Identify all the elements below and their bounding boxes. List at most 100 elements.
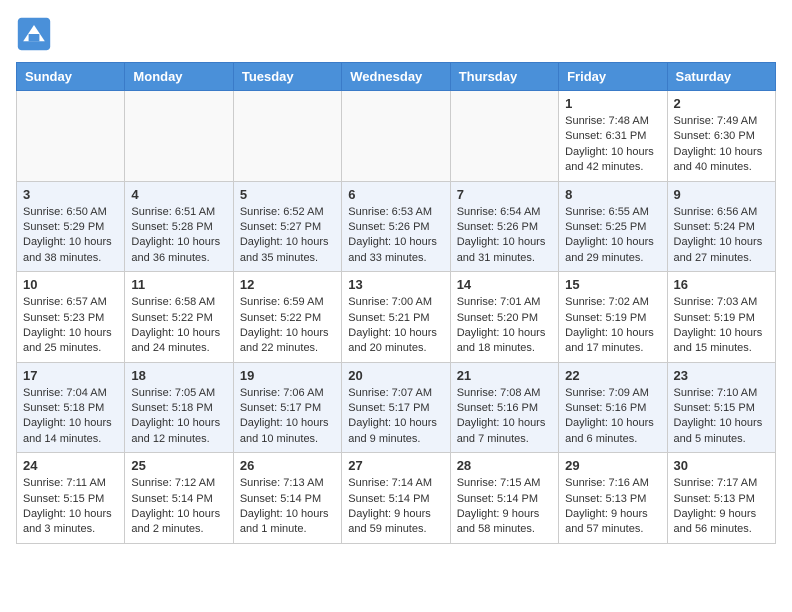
day-number: 15 bbox=[565, 277, 660, 292]
day-number: 3 bbox=[23, 187, 118, 202]
day-info: Sunrise: 7:08 AM Sunset: 5:16 PM Dayligh… bbox=[457, 386, 552, 448]
day-info: Sunrise: 7:00 AM Sunset: 5:21 PM Dayligh… bbox=[348, 295, 443, 357]
day-number: 9 bbox=[674, 187, 769, 202]
day-number: 2 bbox=[674, 96, 769, 111]
calendar-week-row: 17 Sunrise: 7:04 AM Sunset: 5:18 PM Dayli… bbox=[17, 362, 776, 453]
calendar-day-2: 2 Sunrise: 7:49 AM Sunset: 6:30 PM Daylig… bbox=[667, 91, 775, 182]
day-info: Sunrise: 7:07 AM Sunset: 5:17 PM Dayligh… bbox=[348, 386, 443, 448]
calendar-day-26: 26 Sunrise: 7:13 AM Sunset: 5:14 PM Dayli… bbox=[233, 453, 341, 544]
calendar-day-17: 17 Sunrise: 7:04 AM Sunset: 5:18 PM Dayli… bbox=[17, 362, 125, 453]
day-number: 8 bbox=[565, 187, 660, 202]
weekday-header-wednesday: Wednesday bbox=[342, 63, 450, 91]
calendar-day-21: 21 Sunrise: 7:08 AM Sunset: 5:16 PM Dayli… bbox=[450, 362, 558, 453]
logo-icon bbox=[16, 16, 52, 52]
day-info: Sunrise: 7:11 AM Sunset: 5:15 PM Dayligh… bbox=[23, 476, 118, 538]
day-number: 11 bbox=[131, 277, 226, 292]
calendar-empty-cell bbox=[17, 91, 125, 182]
day-info: Sunrise: 7:13 AM Sunset: 5:14 PM Dayligh… bbox=[240, 476, 335, 538]
day-number: 22 bbox=[565, 368, 660, 383]
calendar-day-15: 15Sunrise: 7:02 AM Sunset: 5:19 PM Dayli… bbox=[559, 272, 667, 363]
day-number: 24 bbox=[23, 458, 118, 473]
day-info: Sunrise: 7:05 AM Sunset: 5:18 PM Dayligh… bbox=[131, 386, 226, 448]
page-header bbox=[16, 16, 776, 52]
day-info: Sunrise: 7:09 AM Sunset: 5:16 PM Dayligh… bbox=[565, 386, 660, 448]
day-number: 6 bbox=[348, 187, 443, 202]
weekday-header-monday: Monday bbox=[125, 63, 233, 91]
calendar-day-27: 27 Sunrise: 7:14 AM Sunset: 5:14 PM Dayli… bbox=[342, 453, 450, 544]
calendar-day-13: 13 Sunrise: 7:00 AM Sunset: 5:21 PM Dayli… bbox=[342, 272, 450, 363]
day-info: Sunrise: 6:59 AM Sunset: 5:22 PM Dayligh… bbox=[240, 295, 335, 357]
day-info: Sunrise: 6:51 AM Sunset: 5:28 PM Dayligh… bbox=[131, 205, 226, 267]
day-number: 25 bbox=[131, 458, 226, 473]
calendar-day-5: 5 Sunrise: 6:52 AM Sunset: 5:27 PM Daylig… bbox=[233, 181, 341, 272]
day-number: 14 bbox=[457, 277, 552, 292]
day-number: 28 bbox=[457, 458, 552, 473]
day-number: 29 bbox=[565, 458, 660, 473]
day-info: Sunrise: 6:58 AM Sunset: 5:22 PM Dayligh… bbox=[131, 295, 226, 357]
day-number: 5 bbox=[240, 187, 335, 202]
calendar-day-4: 4 Sunrise: 6:51 AM Sunset: 5:28 PM Daylig… bbox=[125, 181, 233, 272]
calendar-day-20: 20 Sunrise: 7:07 AM Sunset: 5:17 PM Dayli… bbox=[342, 362, 450, 453]
logo bbox=[16, 16, 56, 52]
day-info: Sunrise: 7:16 AM Sunset: 5:13 PM Dayligh… bbox=[565, 476, 660, 538]
calendar-day-3: 3 Sunrise: 6:50 AM Sunset: 5:29 PM Daylig… bbox=[17, 181, 125, 272]
day-info: Sunrise: 6:53 AM Sunset: 5:26 PM Dayligh… bbox=[348, 205, 443, 267]
day-info: Sunrise: 7:06 AM Sunset: 5:17 PM Dayligh… bbox=[240, 386, 335, 448]
day-number: 19 bbox=[240, 368, 335, 383]
weekday-header-saturday: Saturday bbox=[667, 63, 775, 91]
calendar-day-25: 25 Sunrise: 7:12 AM Sunset: 5:14 PM Dayli… bbox=[125, 453, 233, 544]
day-number: 17 bbox=[23, 368, 118, 383]
calendar-day-19: 19 Sunrise: 7:06 AM Sunset: 5:17 PM Dayli… bbox=[233, 362, 341, 453]
weekday-header-friday: Friday bbox=[559, 63, 667, 91]
calendar-day-11: 11 Sunrise: 6:58 AM Sunset: 5:22 PM Dayli… bbox=[125, 272, 233, 363]
day-info: Sunrise: 7:48 AM Sunset: 6:31 PM Dayligh… bbox=[565, 114, 660, 176]
day-number: 23 bbox=[674, 368, 769, 383]
calendar-empty-cell bbox=[233, 91, 341, 182]
day-number: 4 bbox=[131, 187, 226, 202]
day-number: 10 bbox=[23, 277, 118, 292]
day-number: 21 bbox=[457, 368, 552, 383]
day-info: Sunrise: 7:10 AM Sunset: 5:15 PM Dayligh… bbox=[674, 386, 769, 448]
calendar-day-18: 18 Sunrise: 7:05 AM Sunset: 5:18 PM Dayli… bbox=[125, 362, 233, 453]
day-info: Sunrise: 7:17 AM Sunset: 5:13 PM Dayligh… bbox=[674, 476, 769, 538]
calendar-day-9: 9 Sunrise: 6:56 AM Sunset: 5:24 PM Daylig… bbox=[667, 181, 775, 272]
calendar-day-28: 28 Sunrise: 7:15 AM Sunset: 5:14 PM Dayli… bbox=[450, 453, 558, 544]
day-info: Sunrise: 6:55 AM Sunset: 5:25 PM Dayligh… bbox=[565, 205, 660, 267]
day-number: 7 bbox=[457, 187, 552, 202]
calendar-day-1: 1 Sunrise: 7:48 AM Sunset: 6:31 PM Daylig… bbox=[559, 91, 667, 182]
day-number: 13 bbox=[348, 277, 443, 292]
calendar-table: SundayMondayTuesdayWednesdayThursdayFrid… bbox=[16, 62, 776, 544]
day-info: Sunrise: 7:04 AM Sunset: 5:18 PM Dayligh… bbox=[23, 386, 118, 448]
day-number: 27 bbox=[348, 458, 443, 473]
weekday-header-tuesday: Tuesday bbox=[233, 63, 341, 91]
day-number: 1 bbox=[565, 96, 660, 111]
calendar-empty-cell bbox=[342, 91, 450, 182]
day-number: 20 bbox=[348, 368, 443, 383]
calendar-empty-cell bbox=[125, 91, 233, 182]
calendar-day-14: 14 Sunrise: 7:01 AM Sunset: 5:20 PM Dayli… bbox=[450, 272, 558, 363]
day-info: Sunrise: 6:52 AM Sunset: 5:27 PM Dayligh… bbox=[240, 205, 335, 267]
day-info: Sunrise: 7:12 AM Sunset: 5:14 PM Dayligh… bbox=[131, 476, 226, 538]
day-number: 26 bbox=[240, 458, 335, 473]
calendar-day-22: 22 Sunrise: 7:09 AM Sunset: 5:16 PM Dayli… bbox=[559, 362, 667, 453]
day-info: Sunrise: 7:15 AM Sunset: 5:14 PM Dayligh… bbox=[457, 476, 552, 538]
weekday-header-thursday: Thursday bbox=[450, 63, 558, 91]
day-info: Sunrise: 6:57 AM Sunset: 5:23 PM Dayligh… bbox=[23, 295, 118, 357]
day-info: Sunrise: 6:50 AM Sunset: 5:29 PM Dayligh… bbox=[23, 205, 118, 267]
day-info: Sunrise: 7:49 AM Sunset: 6:30 PM Dayligh… bbox=[674, 114, 769, 176]
day-number: 30 bbox=[674, 458, 769, 473]
calendar-day-12: 12Sunrise: 6:59 AM Sunset: 5:22 PM Dayli… bbox=[233, 272, 341, 363]
calendar-day-6: 6 Sunrise: 6:53 AM Sunset: 5:26 PM Daylig… bbox=[342, 181, 450, 272]
calendar-empty-cell bbox=[450, 91, 558, 182]
day-info: Sunrise: 6:54 AM Sunset: 5:26 PM Dayligh… bbox=[457, 205, 552, 267]
day-info: Sunrise: 7:14 AM Sunset: 5:14 PM Dayligh… bbox=[348, 476, 443, 538]
day-info: Sunrise: 7:01 AM Sunset: 5:20 PM Dayligh… bbox=[457, 295, 552, 357]
calendar-week-row: 1 Sunrise: 7:48 AM Sunset: 6:31 PM Daylig… bbox=[17, 91, 776, 182]
calendar-week-row: 24 Sunrise: 7:11 AM Sunset: 5:15 PM Dayli… bbox=[17, 453, 776, 544]
calendar-day-8: 8 Sunrise: 6:55 AM Sunset: 5:25 PM Daylig… bbox=[559, 181, 667, 272]
day-info: Sunrise: 7:03 AM Sunset: 5:19 PM Dayligh… bbox=[674, 295, 769, 357]
calendar-day-29: 29 Sunrise: 7:16 AM Sunset: 5:13 PM Dayli… bbox=[559, 453, 667, 544]
calendar-day-23: 23 Sunrise: 7:10 AM Sunset: 5:15 PM Dayli… bbox=[667, 362, 775, 453]
day-info: Sunrise: 6:56 AM Sunset: 5:24 PM Dayligh… bbox=[674, 205, 769, 267]
day-number: 18 bbox=[131, 368, 226, 383]
